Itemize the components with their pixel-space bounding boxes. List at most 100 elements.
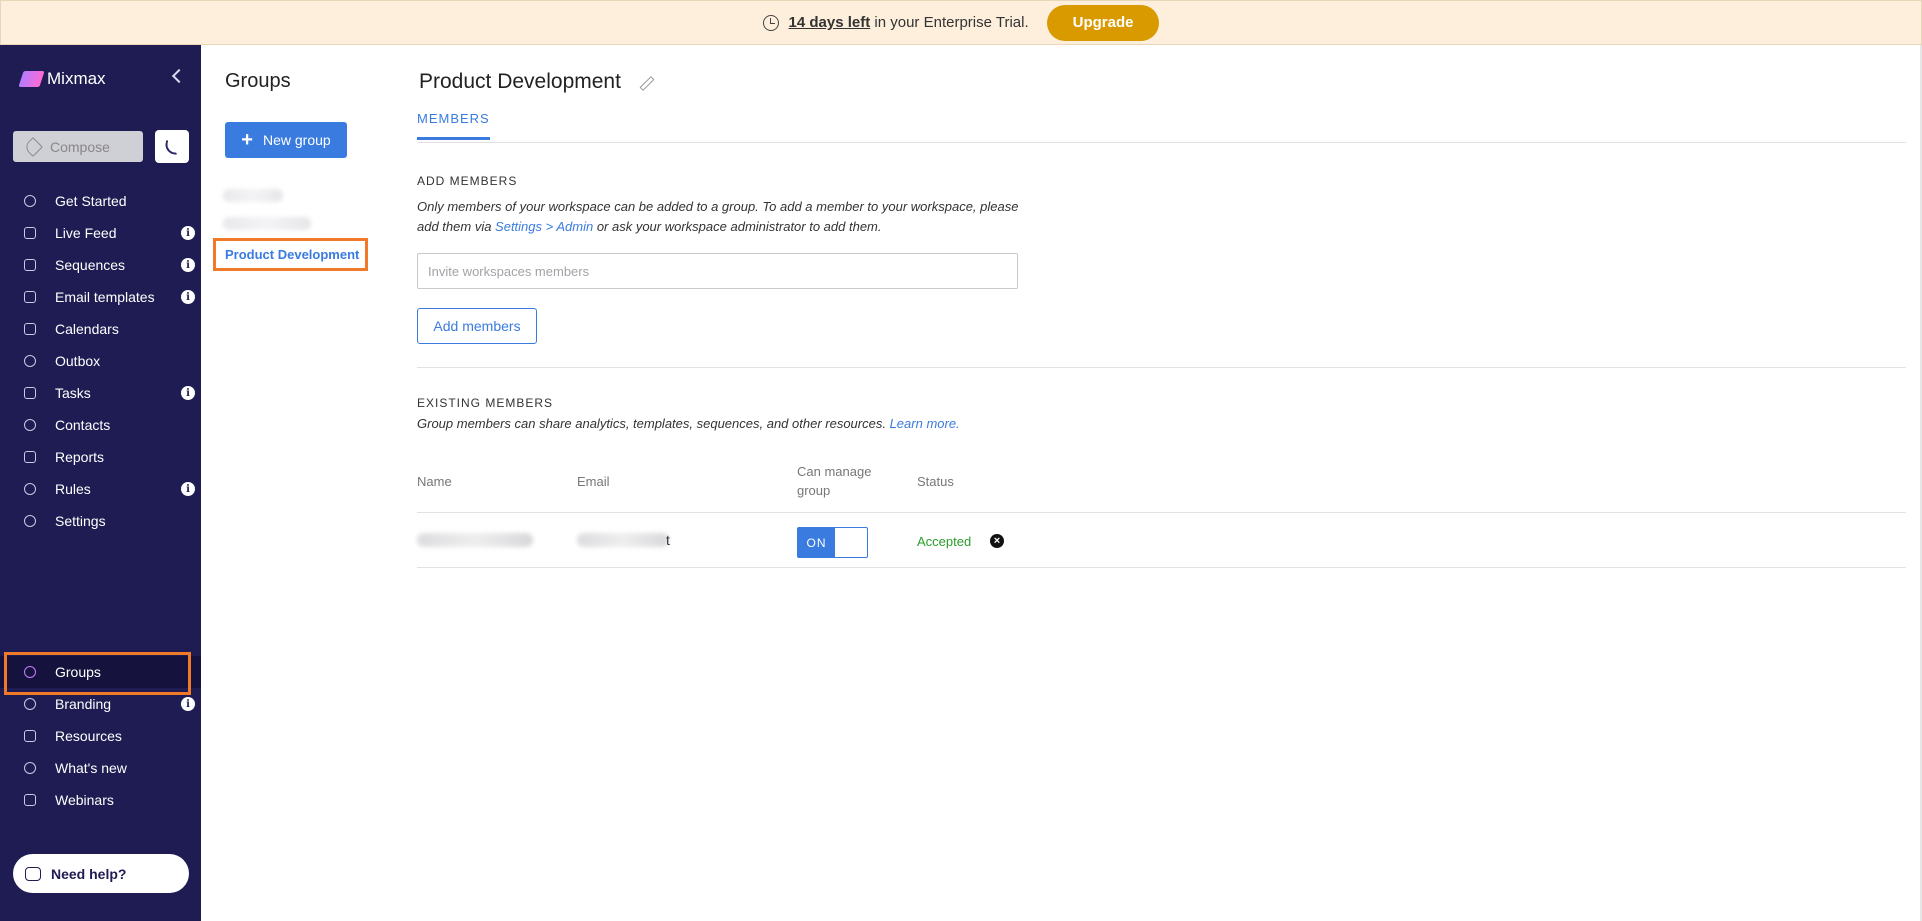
sidebar-item-label: What's new xyxy=(55,760,127,776)
trial-banner: 14 days left in your Enterprise Trial. U… xyxy=(0,0,1922,45)
days-left-link[interactable]: 14 days left xyxy=(789,14,871,31)
clipboard-icon xyxy=(24,387,36,399)
group-item-redacted[interactable] xyxy=(223,217,311,230)
sidebar-item-live-feed[interactable]: Live Feed i xyxy=(0,217,201,249)
sidebar-item-label: Sequences xyxy=(55,257,126,273)
plus-icon: + xyxy=(241,129,253,151)
phone-button[interactable] xyxy=(155,130,189,163)
brand[interactable]: Mixmax xyxy=(18,69,106,89)
copyright-icon xyxy=(24,698,36,710)
existing-members-desc-text: Group members can share analytics, templ… xyxy=(417,416,890,431)
tab-members[interactable]: MEMBERS xyxy=(417,111,490,140)
person-icon xyxy=(24,419,36,431)
collapse-sidebar-icon[interactable] xyxy=(171,68,187,84)
sidebar-item-label: Tasks xyxy=(55,385,91,401)
remove-member-icon[interactable]: × xyxy=(990,534,1004,548)
info-icon[interactable]: i xyxy=(181,482,195,496)
compose-label: Compose xyxy=(50,138,110,155)
sidebar: Mixmax Compose Get Started Live Feed i S… xyxy=(0,45,201,921)
graduation-cap-icon xyxy=(24,794,36,806)
sidebar-item-label: Contacts xyxy=(55,417,111,433)
sidebar-item-outbox[interactable]: Outbox xyxy=(0,345,201,377)
section-divider xyxy=(417,367,1906,368)
sidebar-item-webinars[interactable]: Webinars xyxy=(0,784,201,816)
sidebar-item-reports[interactable]: Reports xyxy=(0,441,201,473)
table-header-divider xyxy=(417,512,1906,513)
sidebar-item-label: Live Feed xyxy=(55,225,117,241)
add-members-button[interactable]: Add members xyxy=(417,308,537,344)
sidebar-item-settings[interactable]: Settings xyxy=(0,505,201,537)
clock-icon xyxy=(762,14,779,31)
bar-chart-icon xyxy=(24,451,36,463)
sidebar-nav: Get Started Live Feed i Sequences i Emai… xyxy=(0,185,201,537)
existing-members-description: Group members can share analytics, templ… xyxy=(417,414,960,434)
sidebar-item-label: Settings xyxy=(55,513,106,529)
settings-admin-link[interactable]: Settings > Admin xyxy=(495,219,593,234)
toggle-on-label: ON xyxy=(798,528,835,557)
can-manage-toggle[interactable]: ON xyxy=(797,527,868,558)
sidebar-item-get-started[interactable]: Get Started xyxy=(0,185,201,217)
sidebar-item-resources[interactable]: Resources xyxy=(0,720,201,752)
new-group-button[interactable]: + New group xyxy=(225,122,347,158)
sidebar-item-email-templates[interactable]: Email templates i xyxy=(0,281,201,313)
status-badge: Accepted xyxy=(917,534,972,549)
book-icon xyxy=(24,730,36,742)
add-members-heading: ADD MEMBERS xyxy=(417,174,518,188)
sidebar-item-label: Branding xyxy=(55,696,112,712)
add-members-desc-line-1: Only members of your workspace can be ad… xyxy=(417,199,1019,214)
group-item-product-development[interactable]: Product Development xyxy=(213,238,368,271)
templates-icon xyxy=(24,291,36,303)
brand-name: Mixmax xyxy=(47,69,106,88)
column-header-can-manage: Can manage group xyxy=(797,464,872,498)
sidebar-item-whats-new[interactable]: What's new xyxy=(0,752,201,784)
info-icon[interactable]: i xyxy=(181,697,195,711)
column-header-email: Email xyxy=(577,474,610,489)
group-item-redacted[interactable] xyxy=(223,189,283,202)
add-members-desc-post: or ask your workspace administrator to a… xyxy=(593,219,882,234)
member-email-redacted xyxy=(577,533,669,547)
sidebar-item-label: Calendars xyxy=(55,321,119,337)
sidebar-item-sequences[interactable]: Sequences i xyxy=(0,249,201,281)
info-icon[interactable]: i xyxy=(181,258,195,272)
bolt-icon xyxy=(24,227,36,239)
new-group-label: New group xyxy=(262,132,331,148)
learn-more-link[interactable]: Learn more. xyxy=(890,416,960,431)
info-icon[interactable]: i xyxy=(181,290,195,304)
groups-panel: Groups + New group Product Development xyxy=(201,45,401,921)
need-help-button[interactable]: Need help? xyxy=(13,854,189,893)
sidebar-item-rules[interactable]: Rules i xyxy=(0,473,201,505)
branch-icon xyxy=(24,483,36,495)
compose-button[interactable]: Compose xyxy=(13,131,143,162)
upgrade-button[interactable]: Upgrade xyxy=(1046,4,1160,41)
groups-title: Groups xyxy=(225,70,291,92)
sidebar-item-calendars[interactable]: Calendars xyxy=(0,313,201,345)
group-name: Product Development xyxy=(419,70,621,93)
help-chat-icon xyxy=(25,866,41,881)
calendar-icon xyxy=(24,323,36,335)
phone-icon xyxy=(163,138,181,155)
rocket-icon xyxy=(24,195,36,207)
gear-icon xyxy=(24,515,36,527)
member-name-redacted xyxy=(417,533,533,547)
sidebar-item-contacts[interactable]: Contacts xyxy=(0,409,201,441)
info-icon[interactable]: i xyxy=(181,386,195,400)
outbox-icon xyxy=(24,355,36,367)
edit-pencil-icon[interactable] xyxy=(639,75,655,91)
sidebar-item-label: Get Started xyxy=(55,193,127,209)
sidebar-item-label: Resources xyxy=(55,728,122,744)
trial-text: in your Enterprise Trial. xyxy=(874,14,1029,31)
table-row-divider xyxy=(417,567,1906,568)
sidebar-item-tasks[interactable]: Tasks i xyxy=(0,377,201,409)
page-title: Product Development xyxy=(419,70,655,94)
add-members-desc-pre: add them via xyxy=(417,219,496,234)
tabs-divider xyxy=(417,142,1906,143)
info-icon[interactable]: i xyxy=(181,226,195,240)
sidebar-item-label: Reports xyxy=(55,449,105,465)
column-header-status: Status xyxy=(917,474,954,489)
sidebar-item-label: Rules xyxy=(55,481,91,497)
invite-members-input[interactable] xyxy=(417,253,1018,289)
mixmax-logo-icon xyxy=(18,71,45,87)
existing-members-heading: EXISTING MEMBERS xyxy=(417,396,554,410)
groups-highlight-box xyxy=(4,652,191,695)
bell-icon xyxy=(24,762,36,774)
